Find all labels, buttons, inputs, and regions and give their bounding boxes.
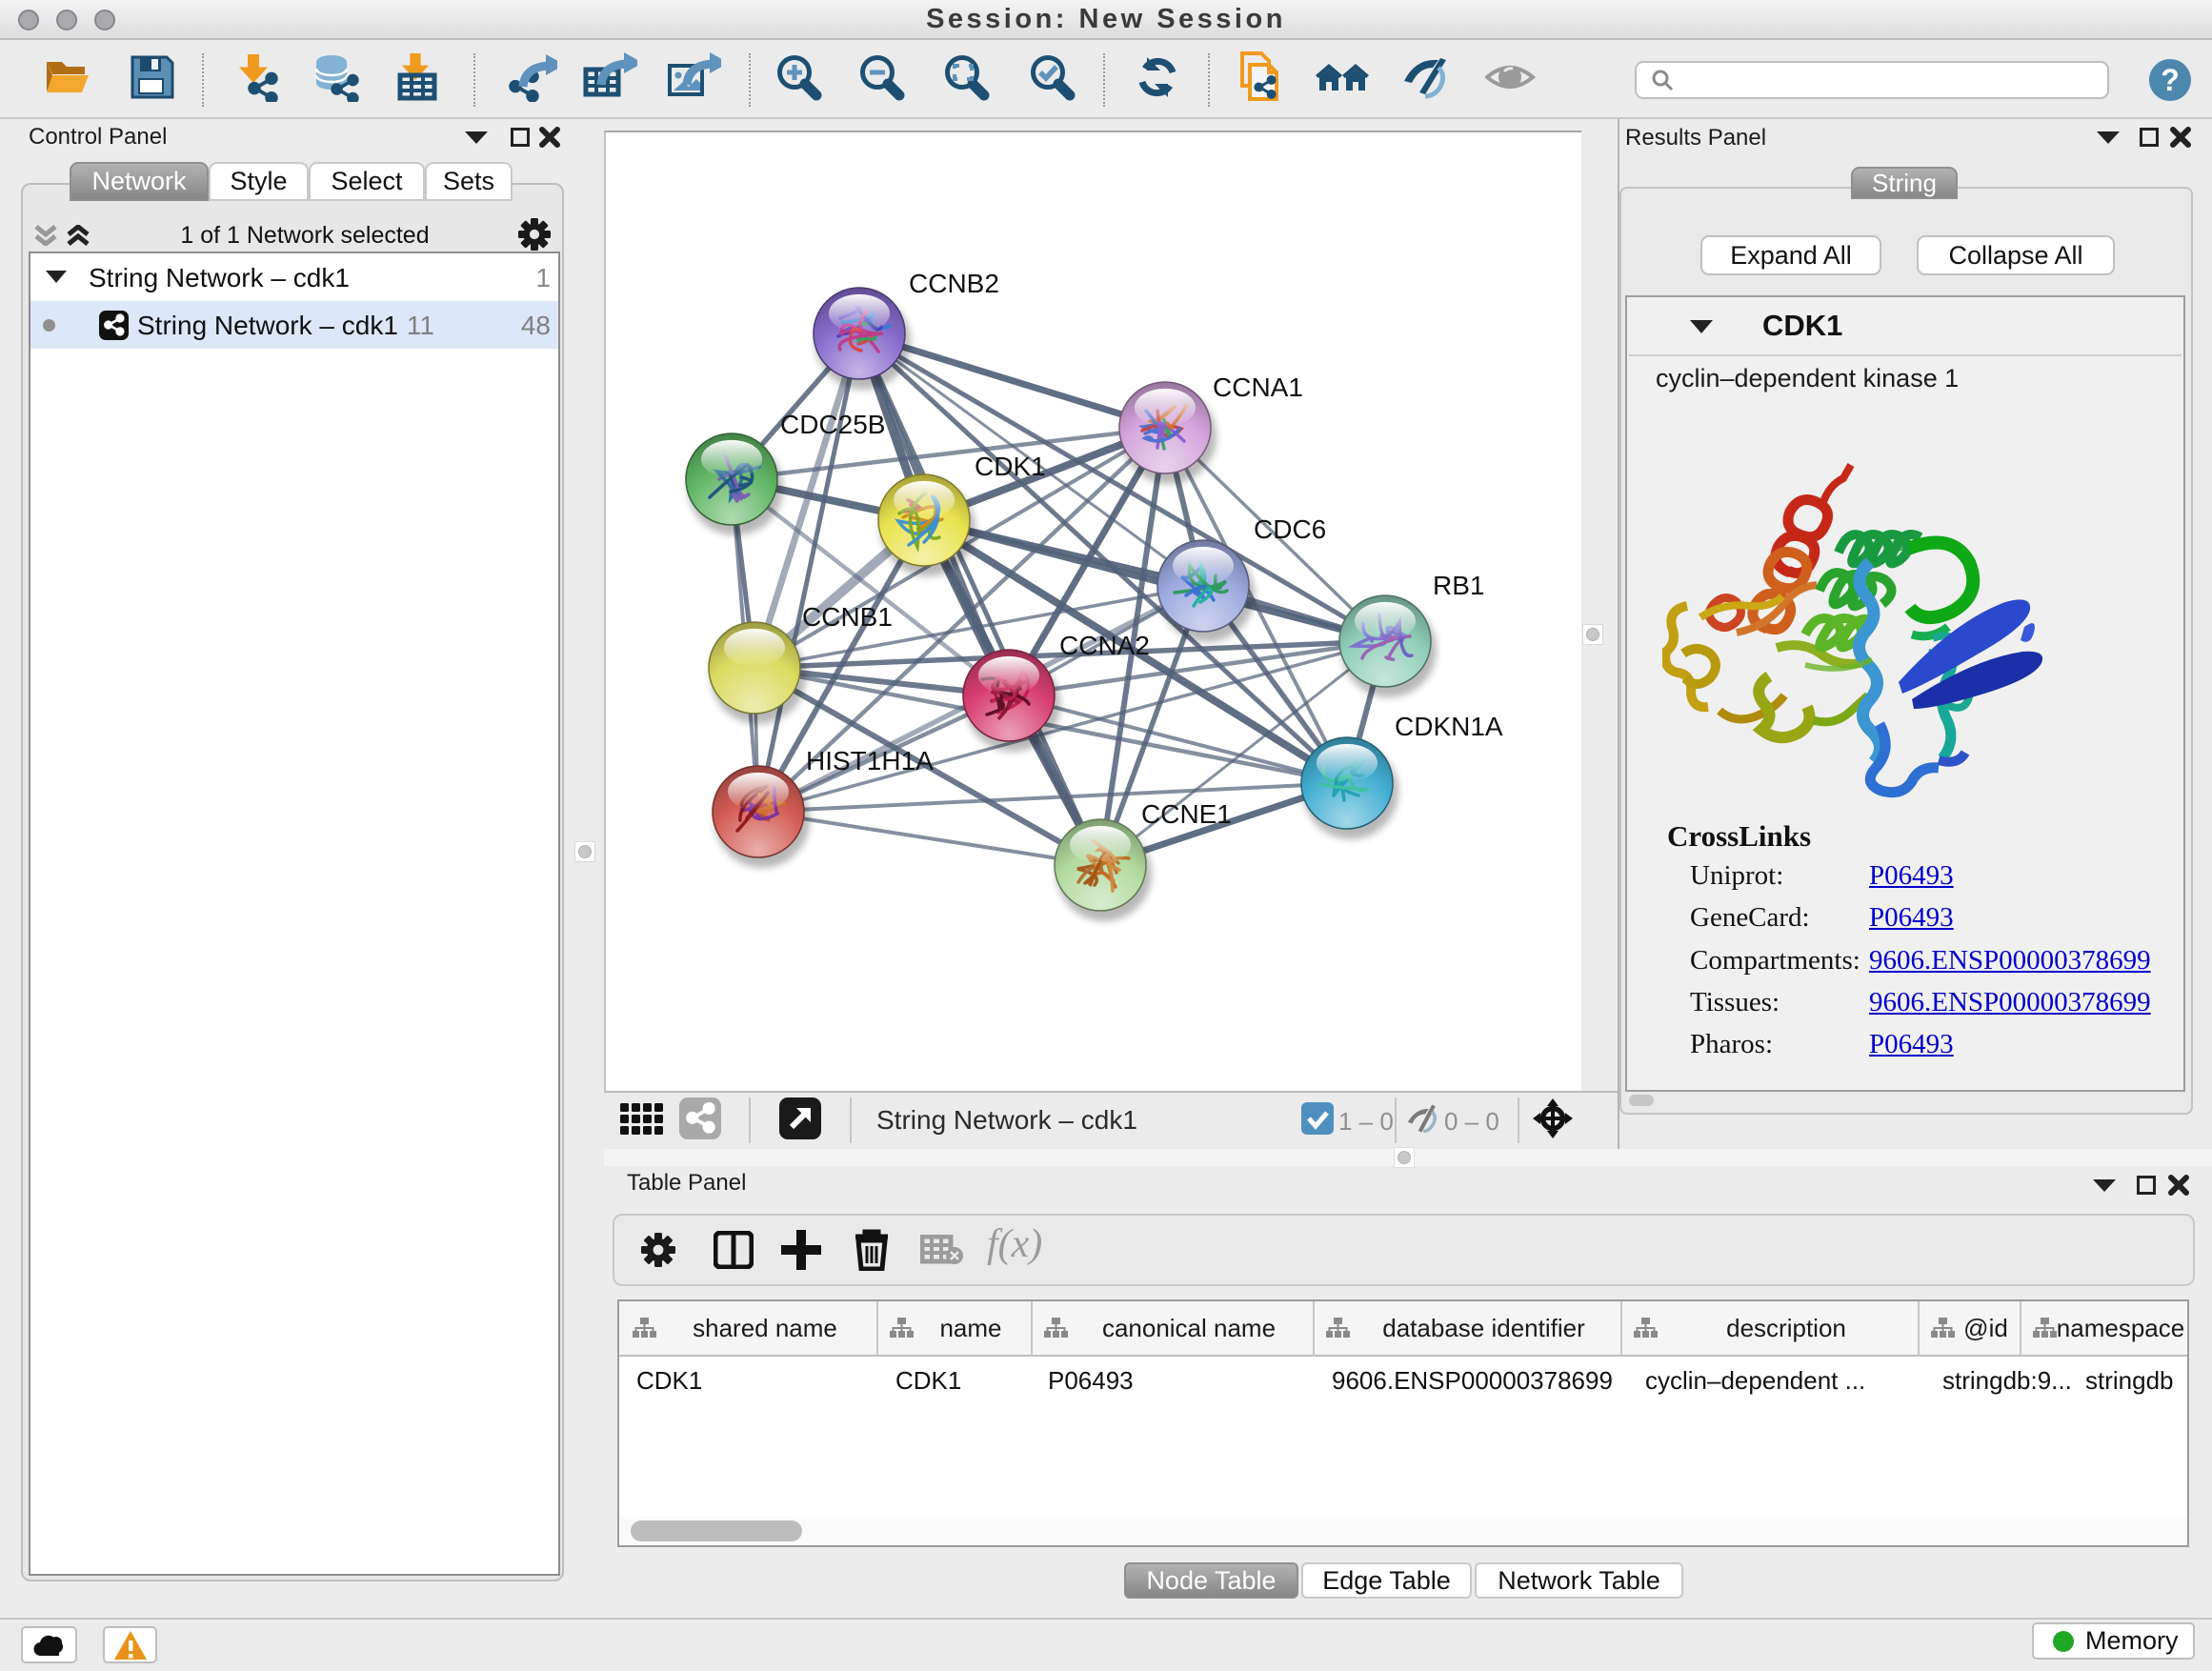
svg-text:RB1: RB1 — [1433, 571, 1484, 600]
svg-text:HIST1H1A: HIST1H1A — [806, 746, 934, 775]
svg-text:CCNE1: CCNE1 — [1141, 799, 1232, 829]
svg-text:CCNB1: CCNB1 — [802, 602, 893, 632]
svg-text:CCNA2: CCNA2 — [1059, 631, 1150, 660]
svg-text:CCNA1: CCNA1 — [1213, 372, 1303, 402]
svg-text:CCNB2: CCNB2 — [909, 269, 999, 298]
svg-text:CDC6: CDC6 — [1254, 514, 1326, 544]
svg-text:CDK1: CDK1 — [975, 452, 1046, 481]
svg-text:CDKN1A: CDKN1A — [1395, 712, 1503, 741]
svg-text:CDC25B: CDC25B — [780, 410, 885, 439]
